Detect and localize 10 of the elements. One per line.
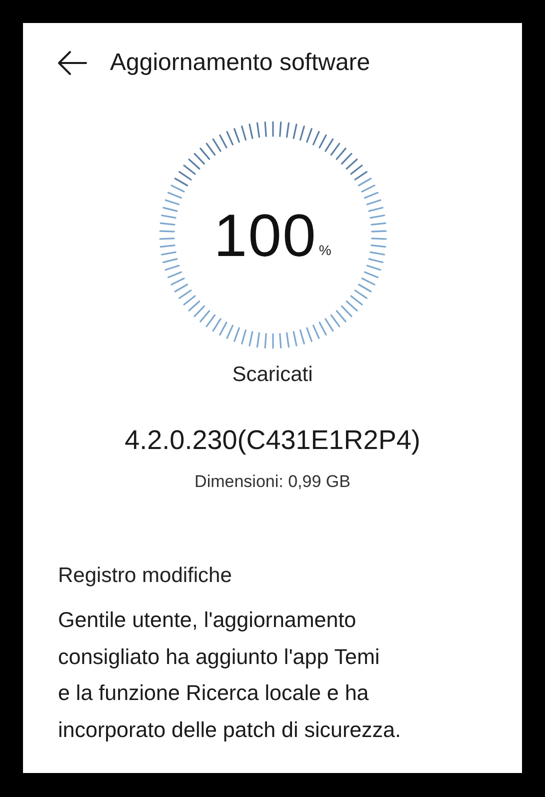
download-status: Scaricati <box>231 363 314 387</box>
percent-sign: % <box>318 242 332 258</box>
update-size: Dimensioni: 0,99 GB <box>194 472 352 492</box>
back-arrow-icon <box>56 50 88 76</box>
progress-value: 100 <box>214 200 317 270</box>
changelog-text: Gentile utente, l'aggiornamento consigliato ha aggiunto l'app Temi e la funzione Ricerca locale e ha incorporato delle patch di sicurezza. <box>58 607 402 744</box>
page-title: Aggiornamento software <box>110 49 370 77</box>
back-button[interactable] <box>56 50 88 76</box>
version-number: 4.2.0.230(C431E1R2P4) <box>124 425 422 456</box>
changelog-title: Registro modifiche <box>58 564 233 588</box>
